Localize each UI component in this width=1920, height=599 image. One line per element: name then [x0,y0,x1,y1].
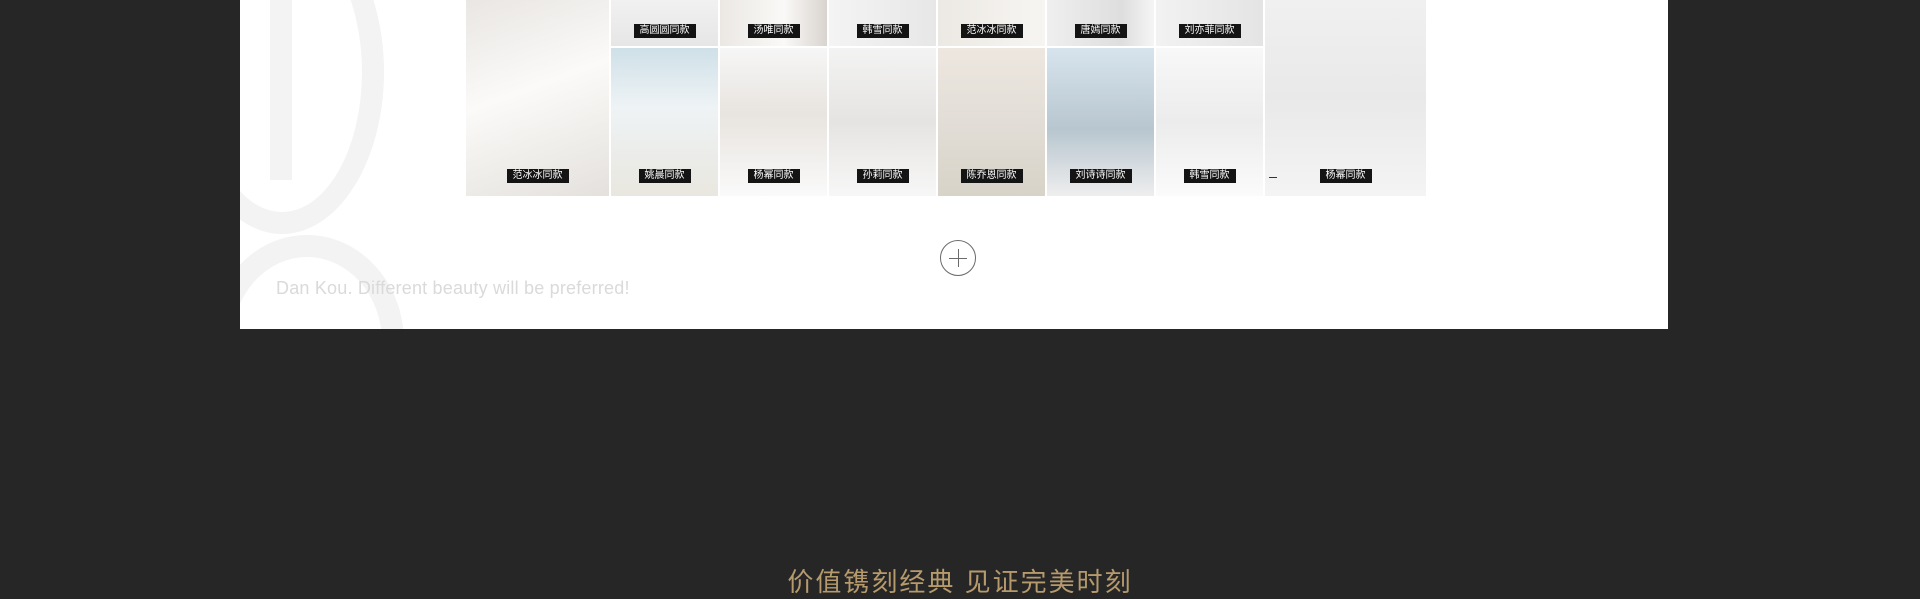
page: 范冰冰同款 高圆圆同款 汤唯同款 韩雪同款 范冰冰同款 唐嫣同款 刘亦菲同款 姚… [0,0,1920,599]
gown-caption: 刘亦菲同款 [1178,24,1241,38]
gown-photo [466,0,609,196]
gown-caption: 孙莉同款 [856,169,909,183]
gown-caption: 杨幂同款 [1319,169,1372,183]
gallery-tile[interactable]: 范冰冰同款 [466,0,609,196]
gown-photo [1156,0,1263,46]
gown-caption: 高圆圆同款 [633,24,696,38]
gown-caption: 范冰冰同款 [506,169,569,183]
gallery-tile[interactable]: 汤唯同款 [720,0,827,46]
gown-caption: 韩雪同款 [856,24,909,38]
gown-caption: 陈乔恩同款 [960,169,1023,183]
gown-photo [1047,0,1154,46]
gown-caption: 刘诗诗同款 [1069,169,1132,183]
gown-photo [720,0,827,46]
gown-photo [829,0,936,46]
load-more-button[interactable] [940,240,976,276]
gallery-tile[interactable]: 唐嫣同款 [1047,0,1154,46]
gallery-tile[interactable]: 杨幂同款 [720,48,827,196]
brand-tagline: Dan Kou. Different beauty will be prefer… [276,278,630,298]
gown-photo [611,0,718,46]
gown-caption: 汤唯同款 [747,24,800,38]
gallery-tile[interactable]: 韩雪同款 [1156,48,1263,196]
gallery-tile[interactable]: 刘诗诗同款 [1047,48,1154,196]
section-slogan: 价值镌刻经典 见证完美时刻 [787,567,1133,597]
gown-caption: 范冰冰同款 [960,24,1023,38]
gallery-tile[interactable]: 孙莉同款 [829,48,936,196]
decorative-letter-d-stem [270,0,292,180]
gallery-tile[interactable]: 高圆圆同款 [611,0,718,46]
divider-mark [1269,177,1277,178]
gown-photo [938,0,1045,46]
gallery-panel: 范冰冰同款 高圆圆同款 汤唯同款 韩雪同款 范冰冰同款 唐嫣同款 刘亦菲同款 姚… [240,0,1668,329]
gallery-tile[interactable]: 范冰冰同款 [938,0,1045,46]
gallery-tile[interactable]: 刘亦菲同款 [1156,0,1263,46]
gown-caption: 唐嫣同款 [1074,24,1127,38]
gown-caption: 姚晨同款 [638,169,691,183]
gown-caption: 韩雪同款 [1183,169,1236,183]
gown-caption: 杨幂同款 [747,169,800,183]
gallery-tile[interactable]: 杨幂同款 [1265,0,1426,196]
gown-photo [1265,0,1426,196]
gallery-tile[interactable]: 韩雪同款 [829,0,936,46]
gown-gallery: 范冰冰同款 高圆圆同款 汤唯同款 韩雪同款 范冰冰同款 唐嫣同款 刘亦菲同款 姚… [466,0,1426,197]
gallery-tile[interactable]: 姚晨同款 [611,48,718,196]
gallery-tile[interactable]: 陈乔恩同款 [938,48,1045,196]
decorative-letter-d [240,0,384,234]
